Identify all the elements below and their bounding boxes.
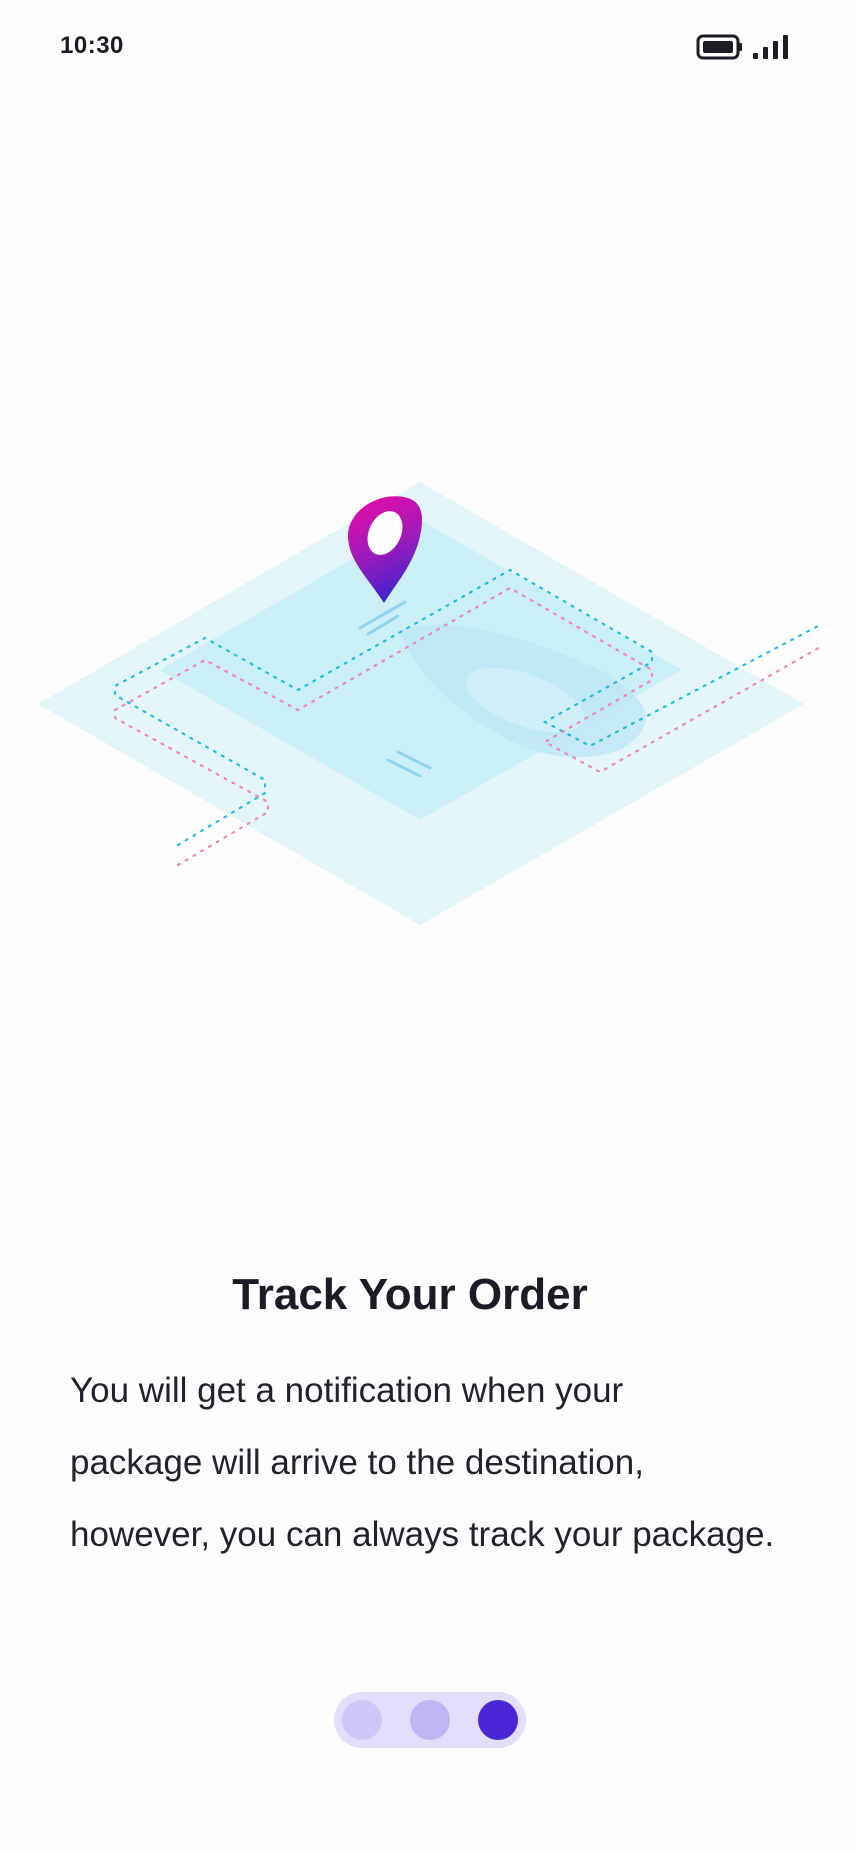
battery-full-icon bbox=[696, 34, 742, 60]
page-indicator bbox=[334, 1692, 526, 1748]
status-bar: 10:30 bbox=[0, 0, 856, 96]
page-dot-2[interactable] bbox=[410, 1700, 450, 1740]
description-line: package will arrive to the destination, bbox=[70, 1443, 644, 1482]
onboarding-title: Track Your Order bbox=[232, 1270, 588, 1319]
description-line: however, you can always track your packa… bbox=[70, 1515, 775, 1554]
cellular-signal-icon bbox=[753, 35, 788, 59]
map-illustration bbox=[38, 482, 824, 925]
page-dot-1[interactable] bbox=[342, 1700, 382, 1740]
status-time: 10:30 bbox=[60, 32, 124, 59]
onboarding-description: You will get a notification when your pa… bbox=[70, 1355, 810, 1571]
map-plane bbox=[38, 482, 804, 925]
description-line: You will get a notification when your bbox=[70, 1371, 624, 1410]
page-dot-3-active[interactable] bbox=[478, 1700, 518, 1740]
